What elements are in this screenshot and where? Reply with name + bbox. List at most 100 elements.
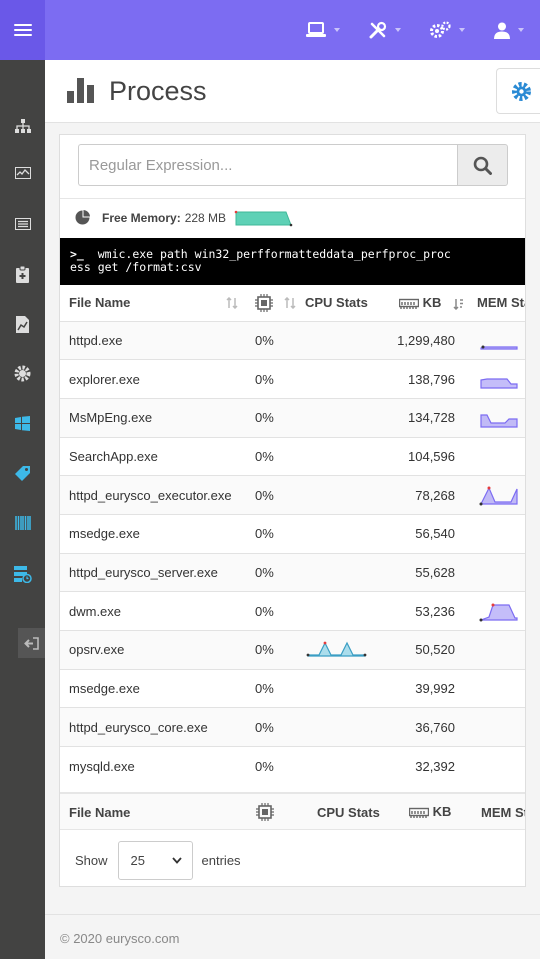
sort-icon	[226, 297, 238, 310]
cell-mem-stats	[463, 398, 525, 437]
mem-sparkline	[479, 486, 518, 506]
cell-file-name: httpd_eurysco_core.exe	[69, 719, 208, 735]
logout-button[interactable]	[18, 628, 45, 658]
sidebar-item-windows[interactable]	[0, 408, 45, 438]
cell-file-name: msedge.exe	[69, 681, 140, 697]
cell-cpu: 0%	[255, 487, 274, 503]
table-row[interactable]: httpd_eurysco_core.exe 0% 36,760	[60, 707, 525, 747]
page-header: Process	[45, 60, 540, 123]
col-kb[interactable]: KB	[387, 285, 463, 321]
search-button[interactable]	[457, 144, 508, 186]
barcode-icon	[14, 516, 31, 530]
cell-cpu-stats	[305, 360, 387, 399]
sidebar-item-clipboard[interactable]	[0, 259, 45, 289]
pie-chart-icon	[75, 210, 90, 225]
table-row[interactable]: msedge.exe 0% 39,992	[60, 669, 525, 708]
cell-mem-stats	[463, 437, 525, 476]
table-row[interactable]: opsrv.exe 0% 50,520	[60, 630, 525, 670]
table-row[interactable]: msedge.exe 0% 56,540	[60, 514, 525, 553]
col-file-name[interactable]: File Name	[60, 285, 247, 321]
page-length-control: Show 25 entries	[75, 841, 241, 880]
page-footer: © 2020 eurysco.com	[45, 914, 540, 959]
clipboard-icon	[16, 265, 29, 283]
devices-menu[interactable]	[292, 22, 354, 38]
sidebar-item-tags[interactable]	[0, 458, 45, 488]
command-line-2: ess get /format:csv	[70, 260, 202, 274]
sidebar-item-services[interactable]	[0, 358, 45, 388]
cell-file-name: MsMpEng.exe	[69, 410, 153, 426]
settings-menu[interactable]	[416, 21, 478, 39]
page-title: Process	[109, 76, 207, 106]
laptop-icon	[306, 22, 326, 37]
cell-kb: 1,299,480	[397, 332, 455, 348]
cell-mem-stats	[463, 514, 525, 553]
free-memory-value: 228 MB	[184, 210, 227, 225]
table-row[interactable]: mysqld.exe 0% 32,392	[60, 746, 525, 786]
cell-kb: 78,268	[415, 487, 455, 503]
cell-cpu-stats	[305, 592, 387, 631]
cell-mem-stats	[463, 669, 525, 708]
command-output: >_ wmic.exe path win32_perfformatteddata…	[60, 238, 525, 285]
menu-toggle-button[interactable]	[0, 0, 45, 60]
tools-menu[interactable]	[354, 21, 416, 39]
footer-cpu-stats: CPU Stats	[317, 805, 380, 820]
cell-cpu: 0%	[255, 526, 274, 542]
gears-icon	[430, 21, 451, 38]
page-settings-button[interactable]	[496, 68, 540, 114]
cpu-icon	[255, 293, 273, 312]
memory-icon	[398, 298, 420, 309]
cell-file-name: dwm.exe	[69, 603, 122, 619]
table-row[interactable]: SearchApp.exe 0% 104,596	[60, 437, 525, 476]
cell-cpu-stats	[305, 476, 387, 515]
cell-cpu: 0%	[255, 564, 274, 580]
user-menu[interactable]	[478, 22, 540, 39]
sidebar-item-scheduler[interactable]	[0, 559, 45, 589]
cpu-sparkline	[306, 641, 367, 657]
table-row[interactable]: explorer.exe 0% 138,796	[60, 359, 525, 399]
table-row[interactable]: MsMpEng.exe 0% 134,728	[60, 398, 525, 438]
table-row[interactable]: httpd_eurysco_executor.exe 0% 78,268	[60, 475, 525, 515]
col-file-name-label: File Name	[69, 295, 131, 311]
sitemap-icon	[14, 119, 31, 133]
sidebar-item-list[interactable]	[0, 209, 45, 239]
cell-file-name: httpd_eurysco_executor.exe	[69, 487, 232, 503]
footer-mem-stats: MEM Stats	[481, 805, 525, 820]
server-clock-icon	[13, 565, 32, 583]
sidebar-item-monitor[interactable]	[0, 158, 45, 188]
sidebar-item-sitemap[interactable]	[0, 111, 45, 141]
user-icon	[494, 22, 510, 39]
chevron-down-icon	[171, 857, 182, 864]
sidebar-item-reports[interactable]	[0, 309, 45, 339]
col-mem-stats: MEM Stats	[477, 295, 525, 311]
cog-icon	[14, 365, 31, 381]
search-input[interactable]	[78, 144, 457, 186]
search-icon	[473, 156, 492, 175]
footer-kb: KB	[408, 804, 452, 819]
table-row[interactable]: httpd.exe 0% 1,299,480	[60, 321, 525, 360]
cpu-icon	[256, 803, 274, 821]
memory-icon	[408, 807, 430, 818]
page-length-select[interactable]: 25	[117, 841, 193, 880]
footer-kb-label: KB	[432, 804, 452, 819]
cell-kb: 55,628	[415, 564, 455, 580]
cell-kb: 39,992	[415, 681, 455, 697]
free-memory-row: Free Memory: 228 MB	[60, 198, 525, 236]
free-memory-label: Free Memory:	[102, 210, 181, 225]
cell-file-name: explorer.exe	[69, 371, 140, 387]
table-row[interactable]: dwm.exe 0% 53,236	[60, 591, 525, 631]
cell-file-name: httpd.exe	[69, 332, 123, 348]
cell-cpu: 0%	[255, 410, 274, 426]
tags-icon	[14, 465, 30, 481]
cell-cpu-stats	[305, 398, 387, 437]
cell-file-name: SearchApp.exe	[69, 448, 158, 464]
windows-icon	[15, 415, 30, 431]
cell-cpu: 0%	[255, 758, 274, 774]
table-row[interactable]: httpd_eurysco_server.exe 0% 55,628	[60, 553, 525, 592]
cell-cpu: 0%	[255, 332, 274, 348]
mem-sparkline	[480, 414, 518, 428]
sidebar-item-inventory[interactable]	[0, 508, 45, 538]
cell-kb: 50,520	[415, 642, 455, 658]
col-cpu[interactable]	[247, 285, 305, 321]
cell-file-name: msedge.exe	[69, 526, 140, 542]
cell-mem-stats	[463, 747, 525, 786]
